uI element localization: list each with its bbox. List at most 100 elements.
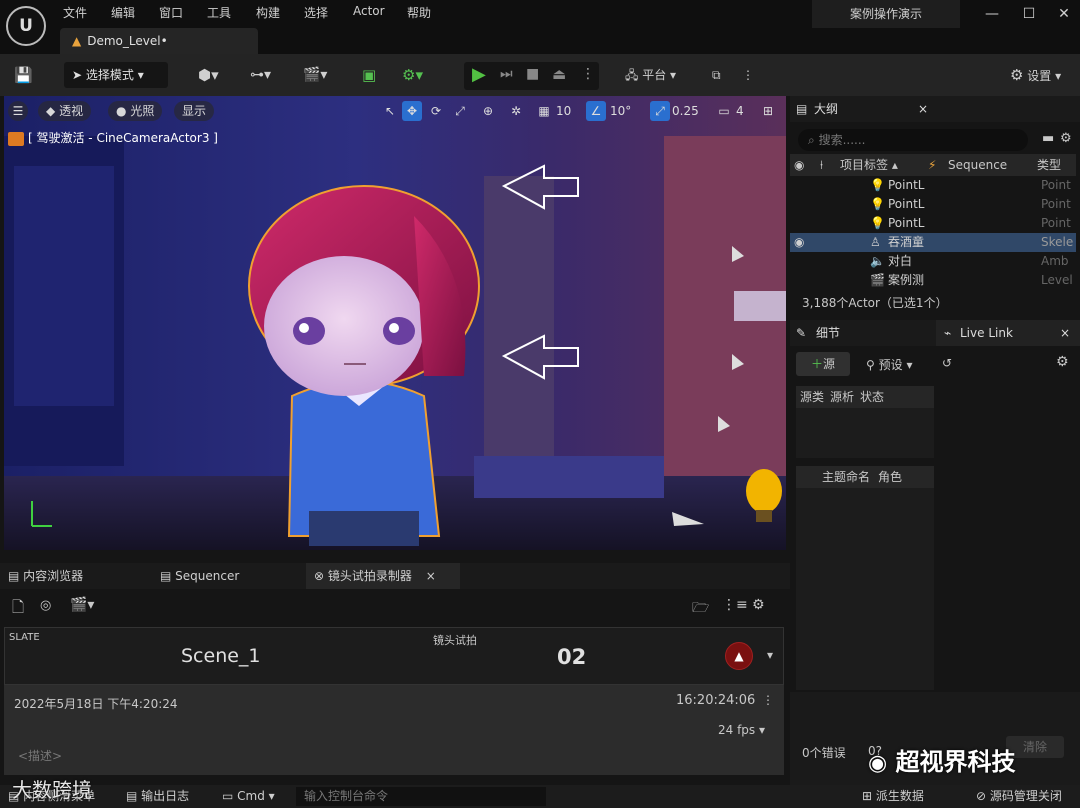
- menu-edit[interactable]: 编辑: [111, 4, 135, 21]
- list-item[interactable]: ◉ ♙ 吞酒童 Skele: [790, 233, 1076, 252]
- col-subject-name[interactable]: 主题命名: [822, 466, 870, 488]
- list-item[interactable]: 💡 PointL Point: [790, 176, 1076, 195]
- save-icon[interactable]: 💾: [14, 62, 33, 88]
- play-icon[interactable]: ▶: [472, 64, 486, 85]
- livelink-settings-icon[interactable]: ⚙: [1056, 354, 1069, 370]
- col-status[interactable]: 状态: [860, 386, 884, 408]
- derived-data[interactable]: ⊞ 派生数据: [862, 785, 924, 808]
- perspective-button[interactable]: ◆ 透视: [38, 101, 92, 121]
- settings-button[interactable]: ⚙ 设置 ▾: [1010, 62, 1061, 88]
- col-sequence[interactable]: Sequence: [948, 154, 1007, 176]
- close-icon[interactable]: ✕: [1054, 6, 1074, 22]
- col-role[interactable]: 角色: [878, 466, 902, 488]
- folder-add-icon[interactable]: ▬: [1042, 131, 1054, 146]
- tab-sequencer[interactable]: ▤ Sequencer: [160, 563, 239, 589]
- description-field[interactable]: <描述>: [18, 747, 62, 764]
- clapper-icon[interactable]: 🎬▾: [70, 597, 94, 613]
- angle-snap-value[interactable]: 10°: [610, 104, 631, 118]
- livelink-close-icon[interactable]: ×: [1060, 320, 1070, 346]
- level-viewport[interactable]: ☰ ◆ 透视 ● 光照 显示 ↖ ✥ ⟳ ⤢ ⊕ ✲ ▦ 10 ∠ 10° ⤢ …: [4, 96, 786, 550]
- menu-build[interactable]: 构建: [256, 4, 280, 21]
- take-value[interactable]: 02: [557, 645, 586, 669]
- tab-take-recorder[interactable]: ⊗ 镜头试拍录制器 ×: [306, 563, 460, 589]
- menu-tools[interactable]: 工具: [207, 4, 231, 21]
- record-button[interactable]: ▲: [725, 642, 753, 670]
- scale-tool-icon[interactable]: ⤢: [450, 101, 470, 121]
- select-tool-icon[interactable]: ↖: [380, 101, 400, 121]
- viewport-menu-icon[interactable]: ☰: [8, 101, 28, 121]
- step-icon[interactable]: ⏭: [500, 66, 513, 82]
- visibility-icon[interactable]: ◉: [794, 154, 804, 176]
- menu-window[interactable]: 窗口: [159, 4, 183, 21]
- maximize-icon[interactable]: ☐: [1019, 6, 1039, 22]
- more-icon[interactable]: ⋮: [742, 62, 754, 88]
- angle-snap-icon[interactable]: ∠: [586, 101, 606, 121]
- pin-icon[interactable]: ⍿: [820, 154, 823, 176]
- take-settings-icon[interactable]: ⚙: [752, 597, 765, 613]
- source-control-icon[interactable]: ⧉: [712, 62, 721, 88]
- record-options-icon[interactable]: ▾: [767, 648, 773, 662]
- platform-dropdown[interactable]: 🖧 平台 ▾: [625, 62, 676, 88]
- new-take-icon[interactable]: 🗋: [12, 597, 24, 622]
- blueprint-icon[interactable]: ⊶▾: [250, 62, 271, 88]
- menu-actor[interactable]: Actor: [353, 4, 385, 18]
- rotate-tool-icon[interactable]: ⟳: [426, 101, 446, 121]
- outliner-close-icon[interactable]: ×: [918, 96, 928, 122]
- list-item[interactable]: 🔈 对白 Amb: [790, 252, 1076, 271]
- timecode-icon[interactable]: ⋮: [762, 693, 774, 707]
- camera-speed-icon[interactable]: ▭: [714, 101, 734, 121]
- review-icon[interactable]: ◎: [40, 598, 51, 613]
- show-button[interactable]: 显示: [174, 101, 215, 121]
- details-tab[interactable]: 细节: [816, 320, 840, 346]
- list-item[interactable]: 💡 PointL Point: [790, 214, 1076, 233]
- outliner-search[interactable]: ⌕ 搜索......: [798, 129, 1028, 151]
- tab-close-icon[interactable]: ×: [426, 569, 436, 583]
- cinematics-icon[interactable]: 🎬▾: [303, 62, 327, 88]
- grid-size-value[interactable]: 10: [556, 104, 571, 118]
- add-actor-icon[interactable]: ⬢▾: [198, 62, 219, 88]
- menu-help[interactable]: 帮助: [407, 4, 431, 21]
- camera-speed-value[interactable]: 4: [736, 104, 744, 118]
- play-options-icon[interactable]: ⋮: [581, 66, 595, 82]
- grid-snap-icon[interactable]: ▦: [534, 101, 554, 121]
- slate-value[interactable]: Scene_1: [181, 645, 261, 667]
- col-source-machine[interactable]: 源析: [830, 386, 854, 408]
- unreal-logo-icon[interactable]: U: [6, 6, 46, 46]
- layout-icon[interactable]: ⊞: [758, 101, 778, 121]
- stop-icon[interactable]: ■: [526, 66, 539, 82]
- lit-button[interactable]: ● 光照: [108, 101, 163, 121]
- list-item[interactable]: 🎬 案例测 Level: [790, 271, 1076, 290]
- source-control[interactable]: ⊘ 源码管理关闭: [976, 785, 1062, 808]
- menu-file[interactable]: 文件: [63, 4, 87, 21]
- col-type[interactable]: 类型: [1037, 154, 1061, 176]
- pilot-label[interactable]: [ 驾驶激活 - CineCameraActor3 ]: [8, 128, 218, 148]
- level-tab[interactable]: ▲ Demo_Level•: [60, 28, 258, 54]
- tab-content-browser[interactable]: ▤ 内容浏览器: [8, 563, 83, 589]
- move-tool-icon[interactable]: ✥: [402, 101, 422, 121]
- fps-dropdown[interactable]: 24 fps ▾: [718, 723, 765, 737]
- folder-icon[interactable]: 🗁: [692, 597, 709, 621]
- preset-dropdown[interactable]: ⚲ 预设 ▾: [866, 356, 912, 373]
- scale-snap-value[interactable]: 0.25: [672, 104, 699, 118]
- console-input[interactable]: 输入控制台命令: [296, 787, 546, 806]
- output-log[interactable]: ▤ 输出日志: [126, 785, 189, 808]
- list-item[interactable]: 💡 PointL Point: [790, 195, 1076, 214]
- eject-icon[interactable]: ⏏: [552, 65, 566, 83]
- world-space-icon[interactable]: ⊕: [478, 101, 498, 121]
- menu-select[interactable]: 选择: [304, 4, 328, 21]
- surface-snap-icon[interactable]: ✲: [506, 101, 526, 121]
- undo-icon[interactable]: ↺: [942, 356, 952, 370]
- outliner-settings-icon[interactable]: ⚙: [1060, 131, 1072, 146]
- col-label[interactable]: 项目标签 ▴: [840, 154, 898, 176]
- minimize-icon[interactable]: —: [982, 6, 1002, 22]
- cmd-dropdown[interactable]: ▭ Cmd ▾: [222, 785, 275, 808]
- list-icon[interactable]: ⋮≡: [722, 597, 748, 613]
- scale-snap-icon[interactable]: ⤢: [650, 101, 670, 121]
- outliner-title[interactable]: 大纲: [814, 96, 838, 122]
- modeling-icon[interactable]: ▣: [362, 62, 376, 88]
- select-mode-dropdown[interactable]: ➤ 选择模式 ▾: [64, 62, 168, 88]
- col-source-type[interactable]: 源类: [800, 386, 824, 408]
- livelink-tab[interactable]: ⌁ Live Link ×: [936, 320, 1080, 346]
- add-source-button[interactable]: ＋源: [796, 352, 850, 376]
- gear-green-icon[interactable]: ⚙▾: [402, 62, 423, 88]
